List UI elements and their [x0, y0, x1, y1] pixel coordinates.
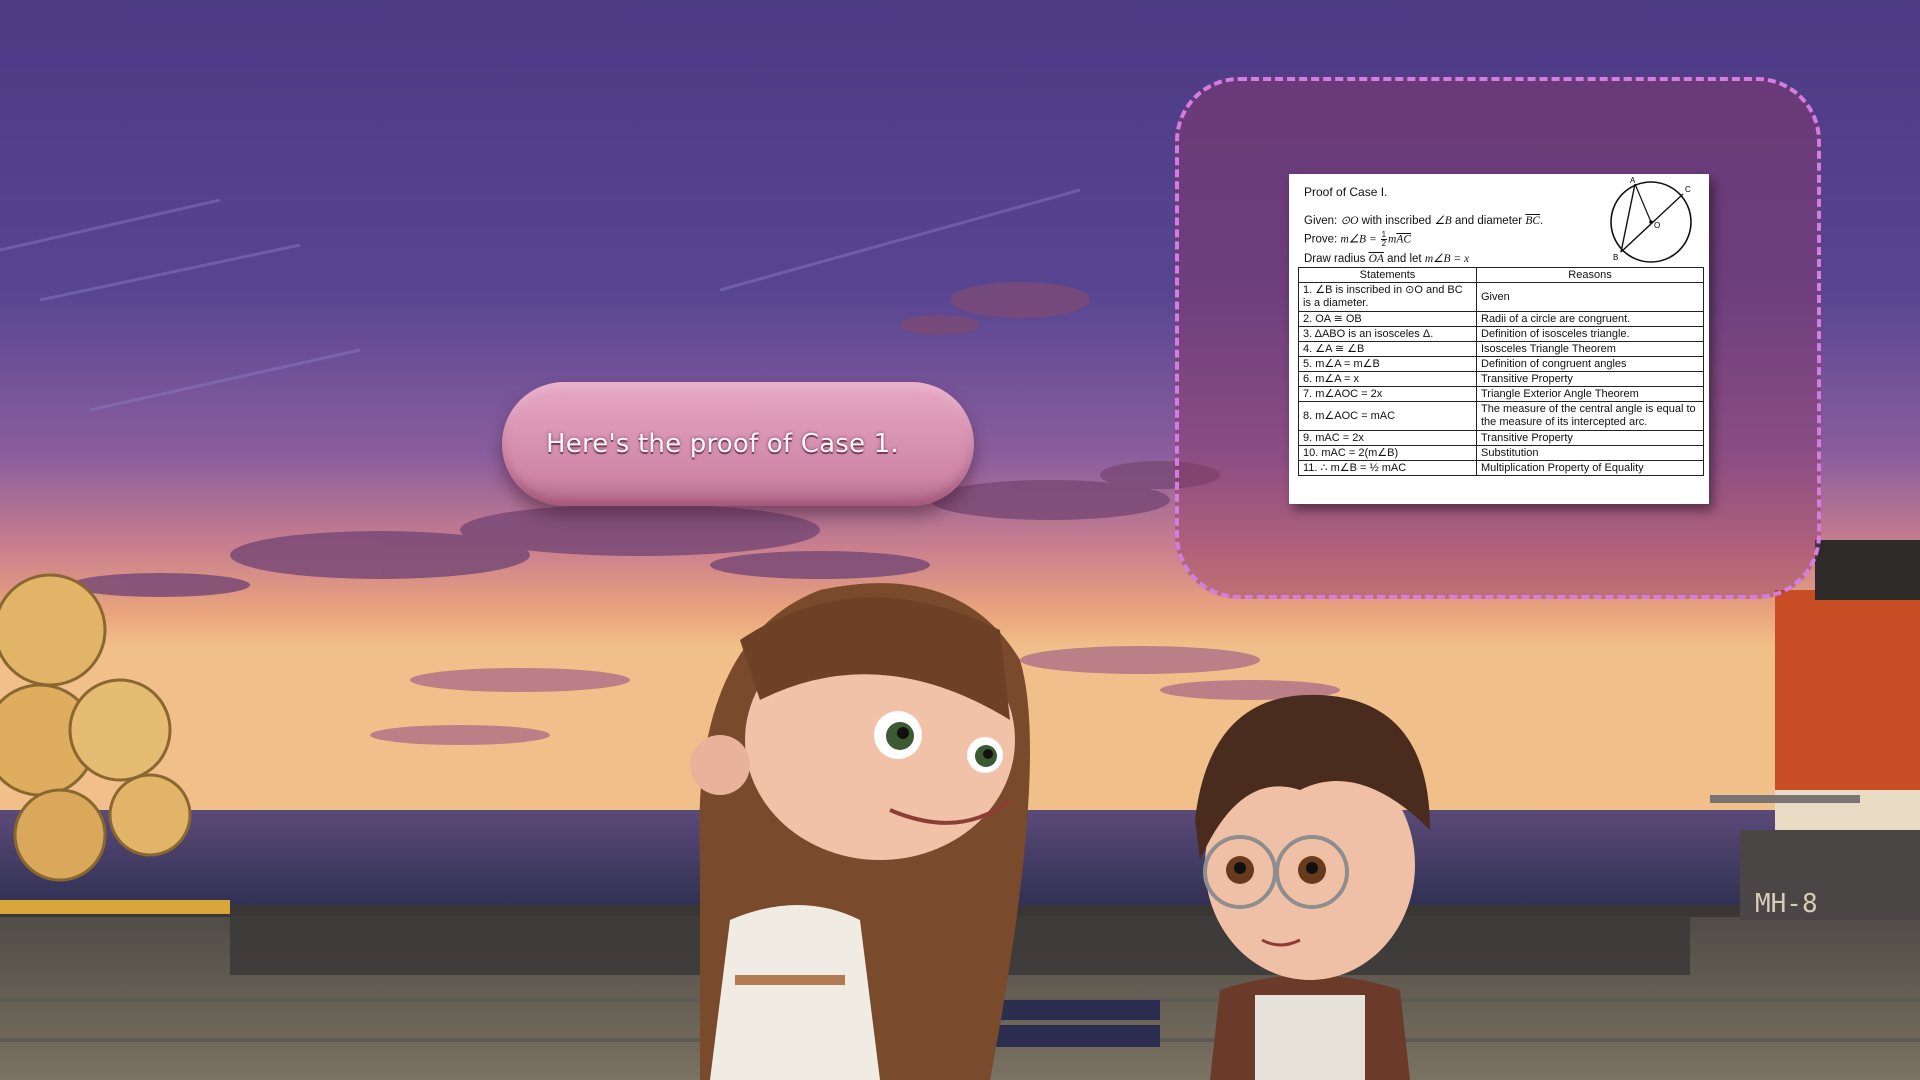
table-row: 2. OA ≅ OB Radii of a circle are congruen…: [1298, 311, 1704, 327]
reasons-header: Reasons: [1476, 267, 1704, 283]
dialogue-text: Here's the proof of Case 1.: [546, 429, 899, 459]
proof-table: Statements Reasons 1. ∠B is inscribed in…: [1298, 267, 1704, 476]
table-row: 10. mAC = 2(m∠B) Substitution: [1298, 445, 1704, 461]
table-row: 11. ∴ m∠B = ½ mAC Multiplication Property…: [1298, 460, 1704, 476]
proof-draw: Draw radius OA and let m∠B = x: [1304, 253, 1470, 265]
circle-diagram: A C B O: [1610, 176, 1692, 263]
girl-character: [690, 583, 1030, 1080]
proof-prove: Prove: m∠B = 1 2 mAC: [1304, 230, 1412, 248]
diagram-label-b: B: [1613, 253, 1618, 262]
table-row: 4. ∠A ≅ ∠B Isosceles Triangle Theorem: [1298, 341, 1704, 357]
proof-given: Given: ⊙O with inscribed ∠B and diameter…: [1304, 215, 1544, 227]
statements-header: Statements: [1298, 267, 1477, 283]
table-row: 8. m∠AOC = mAC The measure of the central…: [1298, 401, 1704, 431]
diagram-label-a: A: [1630, 176, 1636, 185]
table-row: 9. mAC = 2x Transitive Property: [1298, 430, 1704, 446]
proof-title: Proof of Case I.: [1304, 185, 1388, 199]
table-row: 5. m∠A = m∠B Definition of congruent angl…: [1298, 356, 1704, 372]
boy-character: [1195, 694, 1430, 1080]
table-row: 1. ∠B is inscribed in ⊙O and BC is a dia…: [1298, 282, 1704, 312]
table-row: 7. m∠AOC = 2x Triangle Exterior Angle The…: [1298, 386, 1704, 402]
table-row: 6. m∠A = x Transitive Property: [1298, 371, 1704, 387]
diagram-label-c: C: [1685, 185, 1691, 194]
dialogue-bubble[interactable]: Here's the proof of Case 1.: [502, 382, 974, 506]
table-row: 3. ΔABO is an isosceles Δ. Definition of …: [1298, 326, 1704, 342]
proof-card: Proof of Case I. Given: ⊙O with inscribe…: [1289, 174, 1709, 504]
diagram-label-o: O: [1654, 221, 1660, 230]
